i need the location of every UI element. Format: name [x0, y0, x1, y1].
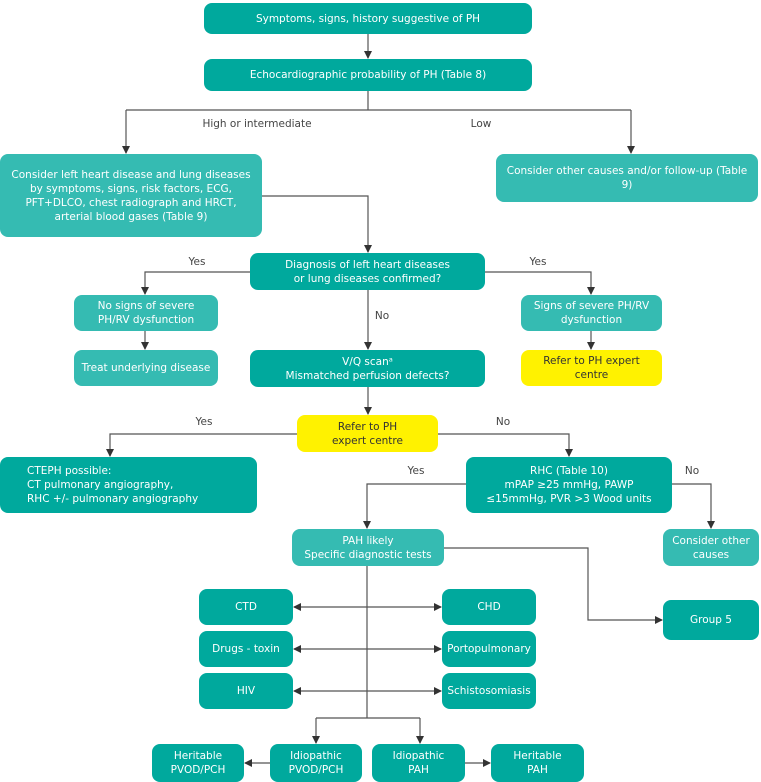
node-no-signs-severe: No signs of severe PH/RV dysfunction: [74, 295, 218, 331]
edge-refer-no: [438, 433, 573, 457]
node-portopulmonary: Portopulmonary: [442, 631, 536, 667]
node-heritable-pah: Heritable PAH: [491, 744, 584, 782]
node-symptoms: Symptoms, signs, history suggestive of P…: [204, 3, 532, 34]
node-ctd: CTD: [199, 589, 293, 625]
node-consider-left: Consider left heart disease and lung dis…: [0, 154, 262, 237]
node-echo: Echocardiographic probability of PH (Tab…: [204, 59, 532, 91]
node-drugs-toxin: Drugs - toxin: [199, 631, 293, 667]
node-group5: Group 5: [663, 600, 759, 640]
label-no-1: No: [374, 310, 390, 322]
label-yes-2: Yes: [195, 416, 213, 428]
label-no-2: No: [495, 416, 511, 428]
label-high-intermediate: High or intermediate: [202, 118, 312, 130]
edge-rhc-yes: [363, 483, 466, 529]
edge-rhc-no: [672, 483, 715, 529]
edge-left-to-diagnosis: [262, 195, 372, 253]
edge-pah-trunk: [316, 566, 420, 719]
node-hiv: HIV: [199, 673, 293, 709]
label-low: Low: [470, 118, 492, 130]
edge-diag-yes-right: [485, 271, 595, 295]
node-schistosomiasis: Schistosomiasis: [442, 673, 536, 709]
node-signs-severe: Signs of severe PH/RV dysfunction: [521, 295, 662, 331]
node-idiopathic-pah: Idiopathic PAH: [372, 744, 465, 782]
node-vq-scan: V/Q scanᵃ Mismatched perfusion defects?: [250, 350, 485, 387]
node-refer-expert-2: Refer to PH expert centre: [297, 415, 438, 452]
edge-diag-yes-left: [141, 271, 250, 295]
connectors: [106, 34, 715, 767]
node-idiopathic-pvod: Idiopathic PVOD/PCH: [270, 744, 362, 782]
node-consider-other-causes: Consider other causes: [663, 529, 759, 566]
node-diagnosis-confirmed: Diagnosis of left heart diseases or lung…: [250, 253, 485, 290]
label-no-3: No: [684, 465, 700, 477]
edge-echo-split: [126, 91, 631, 111]
label-yes-left-1: Yes: [188, 256, 206, 268]
node-treat-underlying: Treat underlying disease: [74, 350, 218, 386]
label-yes-3: Yes: [407, 465, 425, 477]
node-pah-likely: PAH likely Specific diagnostic tests: [292, 529, 444, 566]
label-yes-right-1: Yes: [529, 256, 547, 268]
node-consider-other-followup: Consider other causes and/or follow-up (…: [496, 154, 758, 202]
node-refer-expert-1: Refer to PH expert centre: [521, 350, 662, 386]
node-rhc: RHC (Table 10) mPAP ≥25 mmHg, PAWP ≤15mm…: [466, 457, 672, 513]
node-chd: CHD: [442, 589, 536, 625]
node-heritable-pvod: Heritable PVOD/PCH: [152, 744, 244, 782]
node-cteph: CTEPH possible: CT pulmonary angiography…: [0, 457, 257, 513]
edge-refer-yes: [106, 433, 297, 457]
